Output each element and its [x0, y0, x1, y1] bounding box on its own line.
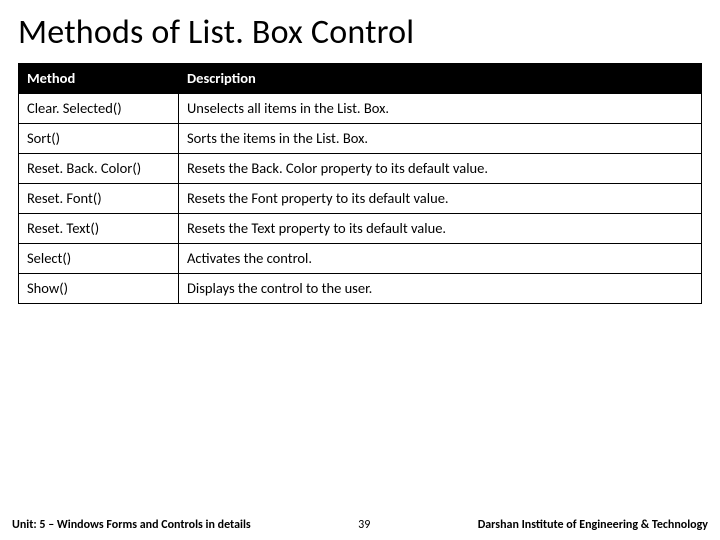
col-method: Method [19, 64, 179, 94]
table-row: Select() Activates the control. [19, 244, 702, 274]
footer-institute: Darshan Institute of Engineering & Techn… [478, 518, 708, 532]
slide: Methods of List. Box Control Method Desc… [0, 0, 720, 540]
cell-description: Sorts the items in the List. Box. [179, 124, 702, 154]
cell-description: Activates the control. [179, 244, 702, 274]
cell-description: Resets the Text property to its default … [179, 214, 702, 244]
table-row: Sort() Sorts the items in the List. Box. [19, 124, 702, 154]
table-row: Reset. Text() Resets the Text property t… [19, 214, 702, 244]
cell-method: Reset. Text() [19, 214, 179, 244]
methods-table: Method Description Clear. Selected() Uns… [18, 63, 702, 304]
cell-method: Sort() [19, 124, 179, 154]
table-row: Show() Displays the control to the user. [19, 274, 702, 304]
footer-page: 39 [358, 518, 370, 532]
footer-unit: Unit: 5 – Windows Forms and Controls in … [12, 518, 251, 532]
cell-method: Reset. Font() [19, 184, 179, 214]
footer: Unit: 5 – Windows Forms and Controls in … [0, 518, 720, 532]
cell-method: Clear. Selected() [19, 94, 179, 124]
table-header-row: Method Description [19, 64, 702, 94]
cell-description: Unselects all items in the List. Box. [179, 94, 702, 124]
table-row: Reset. Font() Resets the Font property t… [19, 184, 702, 214]
col-description: Description [179, 64, 702, 94]
page-title: Methods of List. Box Control [0, 0, 720, 63]
table-row: Clear. Selected() Unselects all items in… [19, 94, 702, 124]
cell-method: Reset. Back. Color() [19, 154, 179, 184]
table-row: Reset. Back. Color() Resets the Back. Co… [19, 154, 702, 184]
cell-method: Select() [19, 244, 179, 274]
cell-method: Show() [19, 274, 179, 304]
cell-description: Displays the control to the user. [179, 274, 702, 304]
cell-description: Resets the Back. Color property to its d… [179, 154, 702, 184]
cell-description: Resets the Font property to its default … [179, 184, 702, 214]
